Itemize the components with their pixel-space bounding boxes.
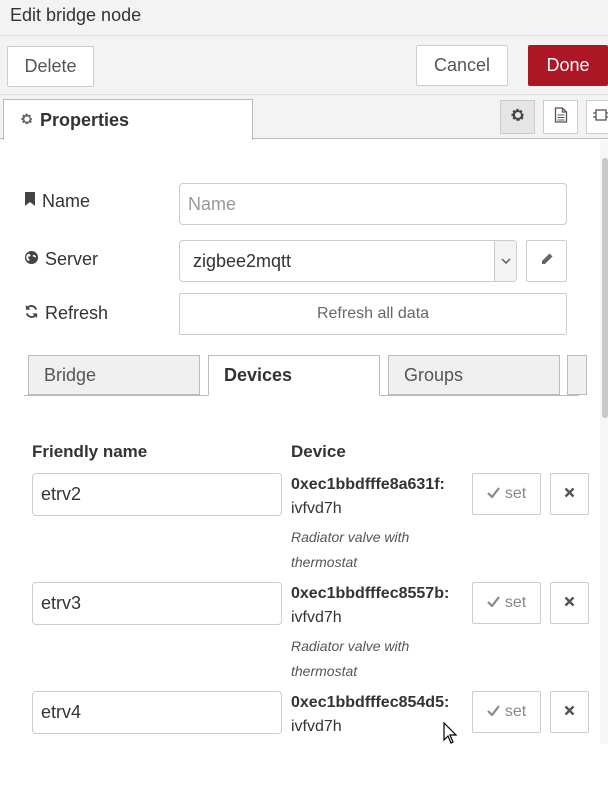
done-button[interactable]: Done — [528, 45, 608, 86]
tab-overflow[interactable] — [567, 355, 587, 395]
device-description: Radiator valve with thermostat — [291, 529, 410, 570]
delete-button[interactable]: Delete — [7, 46, 94, 87]
device-model: ivfvd7h — [291, 500, 342, 517]
editor-tabs: Properties — [0, 95, 608, 140]
friendly-name-input[interactable]: etrv3 — [32, 582, 282, 625]
settings-tab-button[interactable] — [500, 100, 535, 134]
check-icon — [487, 594, 505, 612]
dialog-titlebar: Edit bridge node — [0, 0, 608, 36]
set-button-label: set — [504, 594, 527, 611]
name-label: Name — [24, 191, 90, 212]
globe-icon — [24, 249, 45, 270]
name-input[interactable]: Name — [179, 183, 567, 225]
remove-button[interactable] — [550, 473, 589, 515]
set-button[interactable]: set — [472, 691, 541, 733]
device-row: etrv2 0xec1bbdfffe8a631f: ivfvd7h Radiat… — [0, 473, 608, 582]
server-label: Server — [24, 249, 98, 270]
gear-icon — [20, 110, 34, 131]
document-icon — [554, 106, 568, 128]
tab-properties[interactable]: Properties — [3, 99, 253, 140]
device-header: Device — [291, 442, 346, 461]
refresh-label-text: Refresh — [45, 303, 109, 323]
device-address: 0xec1bbdfffec854d5: — [291, 694, 450, 711]
gear-icon — [510, 107, 526, 128]
remove-button[interactable] — [550, 691, 589, 733]
device-model: ivfvd7h — [291, 718, 342, 735]
tab-devices[interactable]: Devices — [208, 355, 380, 396]
device-row: etrv3 0xec1bbdfffec8557b: ivfvd7h Radiat… — [0, 582, 608, 691]
server-label-text: Server — [45, 249, 99, 269]
tab-groups[interactable]: Groups — [388, 355, 560, 395]
name-label-text: Name — [42, 191, 91, 211]
set-button-label: set — [504, 703, 527, 720]
check-icon — [487, 485, 505, 503]
pencil-icon — [540, 252, 554, 271]
device-row: etrv4 0xec1bbdfffec854d5: ivfvd7h set — [0, 691, 608, 800]
bookmark-icon — [24, 191, 42, 212]
appearance-tab-button[interactable] — [586, 100, 608, 134]
friendly-name-header: Friendly name — [32, 442, 148, 461]
edit-server-button[interactable] — [526, 240, 567, 282]
device-description: Radiator valve with thermostat — [291, 638, 410, 679]
mouse-cursor-icon — [443, 721, 458, 749]
server-select[interactable]: zigbee2mqtt — [179, 240, 517, 282]
refresh-all-data-button[interactable]: Refresh all data — [179, 293, 567, 335]
node-frame-icon — [593, 107, 608, 128]
device-address: 0xec1bbdfffec8557b: — [291, 585, 450, 602]
cancel-button[interactable]: Cancel — [416, 45, 508, 86]
action-bar: Delete Cancel Done — [0, 36, 608, 95]
description-tab-button[interactable] — [543, 100, 578, 134]
friendly-name-input[interactable]: etrv2 — [32, 473, 282, 516]
tab-properties-label: Properties — [40, 109, 130, 130]
dialog-title: Edit bridge node — [10, 5, 142, 25]
close-icon — [564, 485, 575, 503]
close-icon — [564, 703, 575, 721]
refresh-icon — [24, 303, 45, 324]
device-model: ivfvd7h — [291, 609, 342, 626]
chevron-down-icon[interactable] — [494, 241, 516, 281]
scrollbar-thumb[interactable] — [602, 158, 608, 418]
device-address: 0xec1bbdfffe8a631f: — [291, 476, 445, 493]
set-button[interactable]: set — [472, 582, 541, 624]
set-button-label: set — [504, 485, 527, 502]
friendly-name-input[interactable]: etrv4 — [32, 691, 282, 734]
check-icon — [487, 703, 505, 721]
refresh-label: Refresh — [24, 303, 108, 324]
close-icon — [564, 594, 575, 612]
tab-bridge[interactable]: Bridge — [28, 355, 200, 395]
set-button[interactable]: set — [472, 473, 541, 515]
remove-button[interactable] — [550, 582, 589, 624]
